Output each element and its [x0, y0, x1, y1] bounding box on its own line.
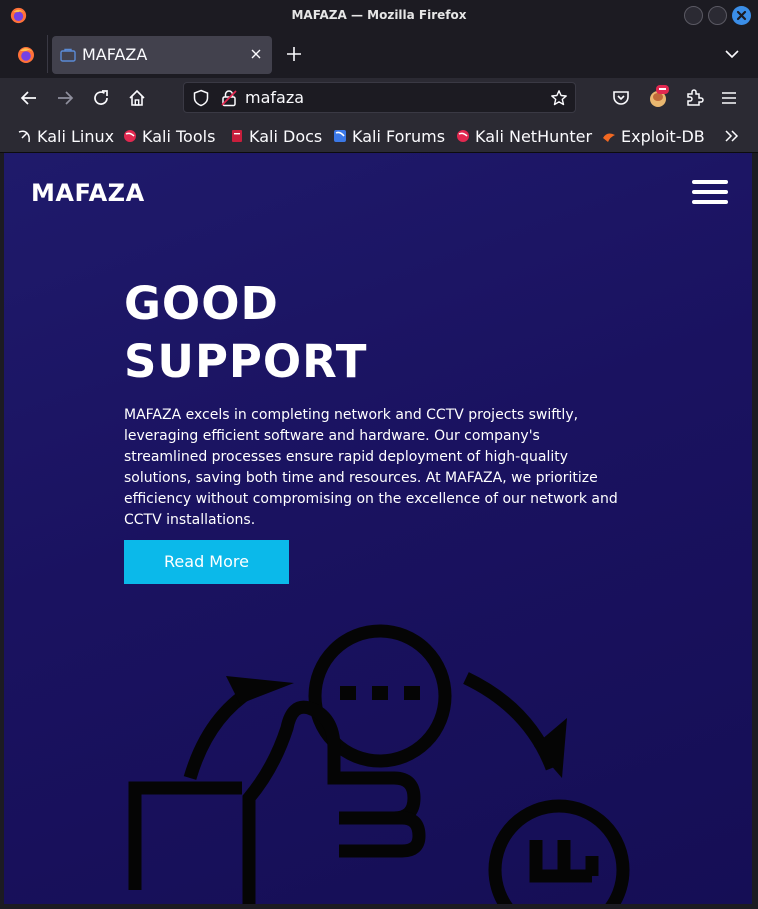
url-text[interactable]: mafaza: [245, 88, 304, 107]
home-icon[interactable]: [127, 88, 147, 108]
chevron-double-right-icon[interactable]: [724, 129, 740, 143]
tab-mafaza[interactable]: MAFAZA: [52, 36, 272, 74]
extension-badge-icon[interactable]: [647, 84, 671, 110]
back-arrow-icon[interactable]: [19, 88, 39, 108]
window-frame-right: [752, 153, 758, 909]
bookmark-label: Exploit-DB: [621, 126, 705, 146]
site-logo[interactable]: MAFAZA: [31, 179, 145, 207]
support-illustration-icon: [128, 624, 630, 904]
bookmarks-toolbar: Kali Linux Kali Tools Kali Docs Kali For…: [0, 118, 758, 153]
navigation-toolbar: mafaza: [0, 78, 758, 118]
page-icon: [60, 48, 76, 62]
window-frame-left: [0, 153, 4, 909]
window-titlebar: MAFAZA — Mozilla Firefox: [0, 0, 758, 31]
bookmark-label: Kali Docs: [249, 126, 323, 146]
bookmark-label: Kali Linux: [37, 126, 115, 146]
minimize-button[interactable]: [684, 6, 703, 25]
web-page: MAFAZA GOOD SUPPORT MAFAZA excels in com…: [4, 153, 752, 904]
close-tab-icon[interactable]: [250, 48, 262, 60]
hamburger-menu-icon[interactable]: [692, 180, 728, 206]
bookmark-kali-tools[interactable]: Kali Tools: [123, 126, 215, 146]
hero-description: MAFAZA excels in completing network and …: [124, 407, 618, 528]
kali-nethunter-icon: [457, 130, 469, 142]
tracking-protection-shield-icon[interactable]: [192, 89, 210, 107]
tab-separator: [47, 35, 48, 73]
bookmark-label: Kali Forums: [352, 126, 446, 146]
chevron-down-icon[interactable]: [724, 48, 740, 60]
exploit-db-icon: [603, 133, 615, 142]
reload-icon[interactable]: [91, 88, 111, 108]
bookmark-label: Kali Tools: [142, 126, 216, 146]
menu-icon[interactable]: [719, 88, 739, 108]
address-bar[interactable]: mafaza: [183, 82, 576, 113]
extensions-puzzle-icon[interactable]: [684, 88, 704, 108]
headline-line-1: GOOD: [124, 277, 279, 330]
firefox-view-button[interactable]: [8, 37, 44, 73]
bookmark-exploit-db[interactable]: Exploit-DB: [602, 126, 705, 146]
kali-tools-icon: [124, 130, 136, 142]
headline-line-2: SUPPORT: [124, 335, 368, 388]
read-more-button[interactable]: Read More: [124, 540, 289, 584]
bookmark-kali-linux[interactable]: Kali Linux: [18, 126, 114, 146]
kali-docs-icon: [232, 130, 242, 142]
maximize-button[interactable]: [708, 6, 727, 25]
forward-arrow-icon[interactable]: [55, 88, 75, 108]
bookmark-kali-nethunter[interactable]: Kali NetHunter: [456, 126, 592, 146]
tab-title: MAFAZA: [82, 45, 148, 64]
bookmark-star-icon[interactable]: [550, 89, 568, 107]
window-title: MAFAZA — Mozilla Firefox: [291, 8, 467, 22]
window-frame-bottom: [0, 904, 758, 909]
insecure-lock-icon[interactable]: [220, 89, 238, 107]
bookmark-label: Kali NetHunter: [475, 126, 593, 146]
bookmark-kali-docs[interactable]: Kali Docs: [230, 126, 322, 146]
tab-strip: MAFAZA: [0, 31, 758, 78]
hero-headline: GOOD SUPPORT: [124, 275, 368, 391]
kali-dragon-icon: [18, 130, 30, 143]
new-tab-icon[interactable]: [285, 45, 303, 63]
kali-forums-icon: [334, 130, 346, 142]
close-window-button[interactable]: [732, 6, 751, 25]
bookmark-kali-forums[interactable]: Kali Forums: [333, 126, 445, 146]
pocket-icon[interactable]: [611, 88, 631, 108]
close-icon: [736, 10, 747, 21]
